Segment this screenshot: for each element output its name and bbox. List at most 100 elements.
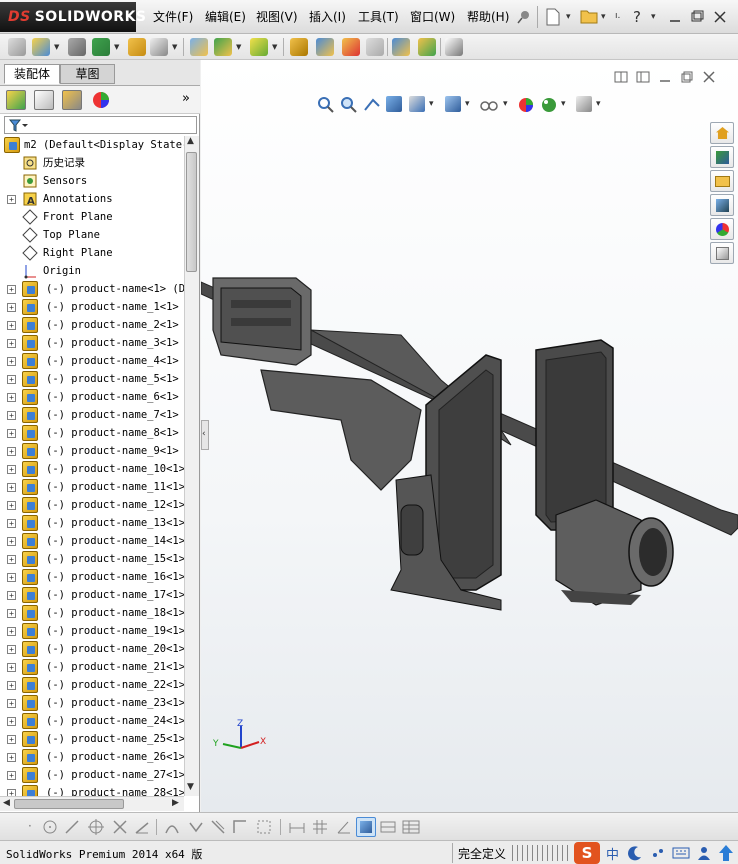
expand-toggle-icon[interactable]: + [7,393,16,402]
expand-toggle-icon[interactable]: + [7,663,16,672]
expand-toggle-icon[interactable]: + [7,771,16,780]
expand-toggle-icon[interactable]: + [7,717,16,726]
features-dropdown-icon[interactable]: ▼ [236,43,241,51]
expand-toggle-icon[interactable]: + [7,465,16,474]
component-row[interactable]: + (-) product-name_15<1> [0,550,184,568]
convert-entities-icon[interactable] [210,819,226,835]
tab-assembly[interactable]: 装配体 [4,64,60,84]
menu-insert[interactable]: 插入(I) [309,8,346,25]
rapid-sketch-icon[interactable] [380,819,396,835]
line-tool-icon[interactable] [64,819,80,835]
reference-geometry-icon[interactable] [250,38,268,56]
menu-window[interactable]: 窗口(W) [410,8,455,25]
horizontal-scroll-thumb[interactable] [14,799,124,809]
orientation-dropdown-icon[interactable]: ▾ [429,99,434,109]
expand-toggle-icon[interactable]: + [7,429,16,438]
move-entities-icon[interactable] [256,819,274,835]
new-dropdown-icon[interactable]: ▾ [566,12,571,22]
expand-toggle-icon[interactable]: + [7,681,16,690]
expand-toggle-icon[interactable]: + [7,285,16,294]
new-document-icon[interactable] [545,8,561,26]
expand-toggle-icon[interactable]: + [7,501,16,510]
scene-dropdown-icon[interactable]: ▾ [561,99,566,109]
component-row[interactable]: + (-) product-name_19<1> [0,622,184,640]
expand-toggle-icon[interactable]: + [7,591,16,600]
expand-panel-icon[interactable]: » [182,91,190,106]
component-row[interactable]: + (-) product-name_7<1> ( [0,406,184,424]
tree-filter-input[interactable] [4,116,197,134]
design-library-icon[interactable] [710,146,734,168]
section-view-icon[interactable] [386,96,402,112]
instant3d-icon[interactable] [445,38,463,56]
apply-scene-icon[interactable] [540,96,558,114]
expand-toggle-icon[interactable]: + [7,609,16,618]
circle-tool-icon[interactable] [42,819,58,835]
component-row[interactable]: + (-) product-name_10<1> [0,460,184,478]
3d-sketch-button[interactable] [356,817,376,837]
expand-toggle-icon[interactable]: + [7,537,16,546]
hole-alignment-icon[interactable] [418,38,436,56]
ime-upload-icon[interactable] [718,844,734,862]
open-folder-icon[interactable] [580,8,598,24]
view-settings-dropdown-icon[interactable]: ▾ [596,99,601,109]
expand-toggle-icon[interactable]: + [7,447,16,456]
scroll-left-icon[interactable]: ◀ [3,798,10,808]
component-row[interactable]: + (-) product-name_26<1> [0,748,184,766]
tree-horizontal-scrollbar[interactable]: ◀ ▶ [0,796,184,811]
move-dropdown-icon[interactable]: ▼ [172,43,177,51]
tree-item[interactable]: + A Annotations [0,190,184,208]
tree-item[interactable]: Top Plane [0,226,184,244]
component-row[interactable]: + (-) product-name_27<1> [0,766,184,784]
menu-edit[interactable]: 编辑(E) [205,8,246,25]
reference-dropdown-icon[interactable]: ▼ [272,43,277,51]
scroll-up-icon[interactable]: ▲ [187,136,194,146]
show-hidden-icon[interactable] [190,38,208,56]
help-dropdown-icon[interactable]: ▾ [651,12,656,22]
clearance-verification-icon[interactable] [392,38,410,56]
propertymanager-tab-icon[interactable] [34,90,54,110]
menu-view[interactable]: 视图(V) [256,8,298,25]
point-icon[interactable]: · [28,819,32,833]
component-row[interactable]: + (-) product-name_13<1> [0,514,184,532]
exploded-view-icon[interactable] [316,38,334,56]
expand-toggle-icon[interactable]: + [7,339,16,348]
component-row[interactable]: + (-) product-name_20<1> [0,640,184,658]
linear-pattern-icon[interactable] [92,38,110,56]
tile-right-icon[interactable] [636,70,650,84]
component-row[interactable]: + (-) product-name_11<1> [0,478,184,496]
component-row[interactable]: + (-) product-name_16<1> [0,568,184,586]
edit-appearance-icon[interactable] [517,96,535,114]
trim-tool-icon[interactable] [112,819,128,835]
expand-toggle-icon[interactable]: + [7,627,16,636]
scroll-down-icon[interactable]: ▼ [187,782,194,792]
display-dropdown-icon[interactable]: ▾ [465,99,470,109]
tree-item[interactable]: Front Plane [0,208,184,226]
zoom-to-area-icon[interactable] [340,96,358,114]
extend-tool-icon[interactable] [134,819,150,835]
featuremanager-tab-icon[interactable] [6,90,26,110]
expand-toggle-icon[interactable]: + [7,753,16,762]
polygon-tool-icon[interactable] [88,819,104,835]
zoom-to-fit-icon[interactable] [317,96,335,114]
tree-item[interactable]: Sensors [0,172,184,190]
hide-show-items-icon[interactable] [479,96,499,114]
menu-help[interactable]: 帮助(H) [467,8,509,25]
component-row[interactable]: + (-) product-name<1> (De: [0,280,184,298]
move-component-icon[interactable] [150,38,168,56]
expand-toggle-icon[interactable]: + [7,195,16,204]
assembly-model-view[interactable] [201,260,738,620]
interference-detection-icon[interactable] [366,38,384,56]
component-row[interactable]: + (-) product-name_23<1> [0,694,184,712]
tile-left-icon[interactable] [614,70,628,84]
ime-keyboard-icon[interactable] [672,845,690,861]
tree-root[interactable]: m2 (Default<Display State- [0,136,184,154]
graphics-area[interactable]: ‹ ▾ ▾ ▾ ▾ ▾ Z X Y [201,60,738,812]
component-row[interactable]: + (-) product-name_12<1> [0,496,184,514]
component-row[interactable]: + (-) product-name_4<1> ( [0,352,184,370]
expand-toggle-icon[interactable]: + [7,555,16,564]
doc-minimize-icon[interactable] [658,70,672,84]
component-row[interactable]: + (-) product-name_6<1> ( [0,388,184,406]
corner-rectangle-icon[interactable] [232,819,248,835]
expand-toggle-icon[interactable]: + [7,321,16,330]
minimize-icon[interactable] [668,10,682,24]
